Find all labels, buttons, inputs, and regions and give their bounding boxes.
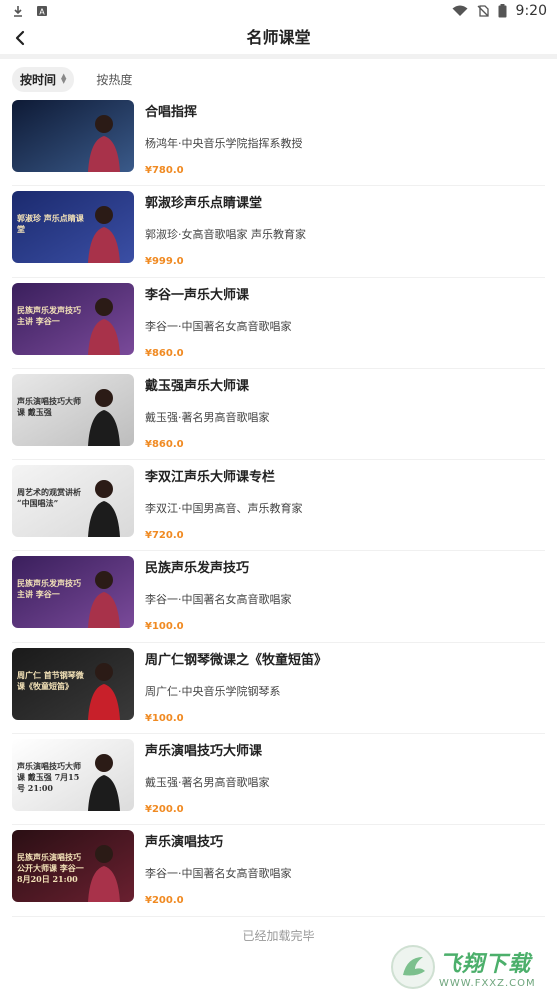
back-button[interactable] <box>8 26 32 50</box>
course-price: ¥720.0 <box>145 530 184 542</box>
course-price: ¥100.0 <box>145 621 184 633</box>
course-teacher: 杨鸿年·中央音乐学院指挥系教授 <box>145 137 303 150</box>
svg-text:A: A <box>39 8 45 17</box>
course-price: ¥100.0 <box>145 712 184 724</box>
course-item[interactable]: 郭淑珍 声乐点睛课堂 郭淑珍声乐点睛课堂 郭淑珍·女高音歌唱家 声乐教育家 ¥9… <box>12 186 545 278</box>
course-teacher: 周广仁·中央音乐学院钢琴系 <box>145 684 281 698</box>
thumbnail-art <box>12 100 134 172</box>
course-title: 合唱指挥 <box>145 105 198 120</box>
course-thumbnail: 周艺术的观赏讲析 “中国唱法” <box>12 465 134 538</box>
course-info: 周广仁钢琴微课之《牧童短笛》 周广仁·中央音乐学院钢琴系 ¥100.0 <box>134 648 327 733</box>
course-thumbnail: 声乐演唱技巧大师课 戴玉强 <box>12 373 134 446</box>
page-title: 名师课堂 <box>246 28 311 47</box>
course-item[interactable]: 民族声乐发声技巧 主讲 李谷一 民族声乐发声技巧 李谷一·中国著名女高音歌唱家 … <box>12 551 545 643</box>
course-teacher: 戴玉强·著名男高音歌唱家 <box>145 410 270 424</box>
course-price: ¥860.0 <box>145 347 184 359</box>
course-teacher: 李谷一·中国著名女高音歌唱家 <box>145 593 292 607</box>
status-right: 9:20 <box>452 3 547 19</box>
sort-bar: 按时间 ▲ ▼ 按热度 <box>0 63 557 95</box>
course-title: 郭淑珍声乐点睛课堂 <box>145 196 263 212</box>
watermark-cn: 飞翔下载 <box>439 951 532 977</box>
course-thumbnail: 民族声乐演唱技巧公开大师课 李谷一 8月20日 21:00 <box>12 830 134 903</box>
course-title: 戴玉强声乐大师课 <box>145 378 250 394</box>
course-list: 合唱指挥 杨鸿年·中央音乐学院指挥系教授 ¥780.0 郭淑珍 声乐点睛课堂 郭… <box>0 95 557 917</box>
course-title: 李谷一声乐大师课 <box>145 287 250 303</box>
course-teacher: 郭淑珍·女高音歌唱家 声乐教育家 <box>145 228 306 242</box>
course-item[interactable]: 声乐演唱技巧大师课 戴玉强 7月15号 21:00 声乐演唱技巧大师课 戴玉强·… <box>12 734 545 826</box>
thumbnail-caption: 声乐演唱技巧大师课 戴玉强 <box>17 395 81 417</box>
course-item[interactable]: 民族声乐发声技巧 主讲 李谷一 李谷一声乐大师课 李谷一·中国著名女高音歌唱家 … <box>12 278 545 369</box>
course-item[interactable]: 周艺术的观赏讲析 “中国唱法” 李双江声乐大师课专栏 李双江·中国男高音、声乐教… <box>12 460 545 552</box>
status-time: 9:20 <box>515 3 547 19</box>
status-left: A <box>12 5 48 17</box>
course-item[interactable]: 民族声乐演唱技巧公开大师课 李谷一 8月20日 21:00 声乐演唱技巧 李谷一… <box>12 825 545 917</box>
course-info: 声乐演唱技巧 李谷一·中国著名女高音歌唱家 ¥200.0 <box>134 830 292 915</box>
course-thumbnail <box>12 100 134 172</box>
course-info: 李谷一声乐大师课 李谷一·中国著名女高音歌唱家 ¥860.0 <box>134 283 292 368</box>
sort-by-popularity-button[interactable]: 按热度 <box>88 67 140 92</box>
download-icon <box>14 6 22 17</box>
course-thumbnail: 声乐演唱技巧大师课 戴玉强 7月15号 21:00 <box>12 739 134 812</box>
course-price: ¥780.0 <box>145 165 184 176</box>
thumbnail-caption: 郭淑珍 声乐点睛课堂 <box>17 213 84 235</box>
course-item[interactable]: 合唱指挥 杨鸿年·中央音乐学院指挥系教授 ¥780.0 <box>12 95 545 187</box>
wifi-icon <box>452 5 468 16</box>
course-title: 声乐演唱技巧 <box>145 835 224 851</box>
thumbnail-caption: 周广仁 首节钢琴微课《牧童短笛》 <box>17 669 84 691</box>
course-thumbnail: 民族声乐发声技巧 主讲 李谷一 <box>12 556 134 629</box>
thumbnail-caption: 民族声乐发声技巧 主讲 李谷一 <box>17 578 81 600</box>
sort-by-time-label: 按时间 <box>20 72 57 87</box>
sort-by-popularity-label: 按热度 <box>96 72 133 87</box>
course-price: ¥200.0 <box>145 895 184 907</box>
no-sim-icon <box>477 5 489 17</box>
course-item[interactable]: 周广仁 首节钢琴微课《牧童短笛》 周广仁钢琴微课之《牧童短笛》 周广仁·中央音乐… <box>12 643 545 735</box>
chevron-left-icon <box>15 30 25 46</box>
course-title: 李双江声乐大师课专栏 <box>145 470 276 486</box>
watermark: 飞翔下载 WWW.FXXZ.COM <box>391 942 543 992</box>
watermark-text: 飞翔下载 WWW.FXXZ.COM <box>439 946 536 989</box>
watermark-logo-icon <box>391 945 435 989</box>
app-notification-icon: A <box>37 6 47 17</box>
thumbnail-caption: 民族声乐演唱技巧公开大师课 李谷一 8月20日 21:00 <box>17 852 84 885</box>
sort-arrows-icon: ▲ ▼ <box>61 72 67 85</box>
sort-by-time-button[interactable]: 按时间 ▲ ▼ <box>12 66 75 92</box>
course-info: 合唱指挥 杨鸿年·中央音乐学院指挥系教授 ¥780.0 <box>134 100 303 185</box>
course-title: 民族声乐发声技巧 <box>145 561 250 577</box>
course-info: 郭淑珍声乐点睛课堂 郭淑珍·女高音歌唱家 声乐教育家 ¥999.0 <box>134 191 306 276</box>
nav-bar: 名师课堂 <box>0 22 557 59</box>
course-teacher: 李谷一·中国著名女高音歌唱家 <box>145 319 292 333</box>
course-teacher: 李谷一·中国著名女高音歌唱家 <box>145 867 292 881</box>
course-price: ¥860.0 <box>145 438 184 450</box>
course-price: ¥200.0 <box>145 804 184 816</box>
course-teacher: 戴玉强·著名男高音歌唱家 <box>145 776 270 790</box>
course-title: 周广仁钢琴微课之《牧童短笛》 <box>145 652 328 668</box>
thumbnail-caption: 声乐演唱技巧大师课 戴玉强 7月15号 21:00 <box>17 761 81 794</box>
battery-icon <box>498 4 507 18</box>
thumbnail-caption: 周艺术的观赏讲析 “中国唱法” <box>17 487 81 509</box>
course-thumbnail: 郭淑珍 声乐点睛课堂 <box>12 191 134 264</box>
course-info: 声乐演唱技巧大师课 戴玉强·著名男高音歌唱家 ¥200.0 <box>134 739 270 824</box>
course-info: 戴玉强声乐大师课 戴玉强·著名男高音歌唱家 ¥860.0 <box>134 374 270 459</box>
status-bar: A 9:20 <box>0 0 557 22</box>
course-item[interactable]: 声乐演唱技巧大师课 戴玉强 戴玉强声乐大师课 戴玉强·著名男高音歌唱家 ¥860… <box>12 369 545 461</box>
course-teacher: 李双江·中国男高音、声乐教育家 <box>145 502 303 516</box>
course-info: 民族声乐发声技巧 李谷一·中国著名女高音歌唱家 ¥100.0 <box>134 556 292 641</box>
course-price: ¥999.0 <box>145 256 184 268</box>
course-thumbnail: 民族声乐发声技巧 主讲 李谷一 <box>12 282 134 355</box>
course-thumbnail: 周广仁 首节钢琴微课《牧童短笛》 <box>12 647 134 720</box>
course-title: 声乐演唱技巧大师课 <box>145 744 263 760</box>
watermark-en: WWW.FXXZ.COM <box>439 977 536 989</box>
course-info: 李双江声乐大师课专栏 李双江·中国男高音、声乐教育家 ¥720.0 <box>134 465 303 550</box>
thumbnail-caption: 民族声乐发声技巧 主讲 李谷一 <box>17 304 81 326</box>
